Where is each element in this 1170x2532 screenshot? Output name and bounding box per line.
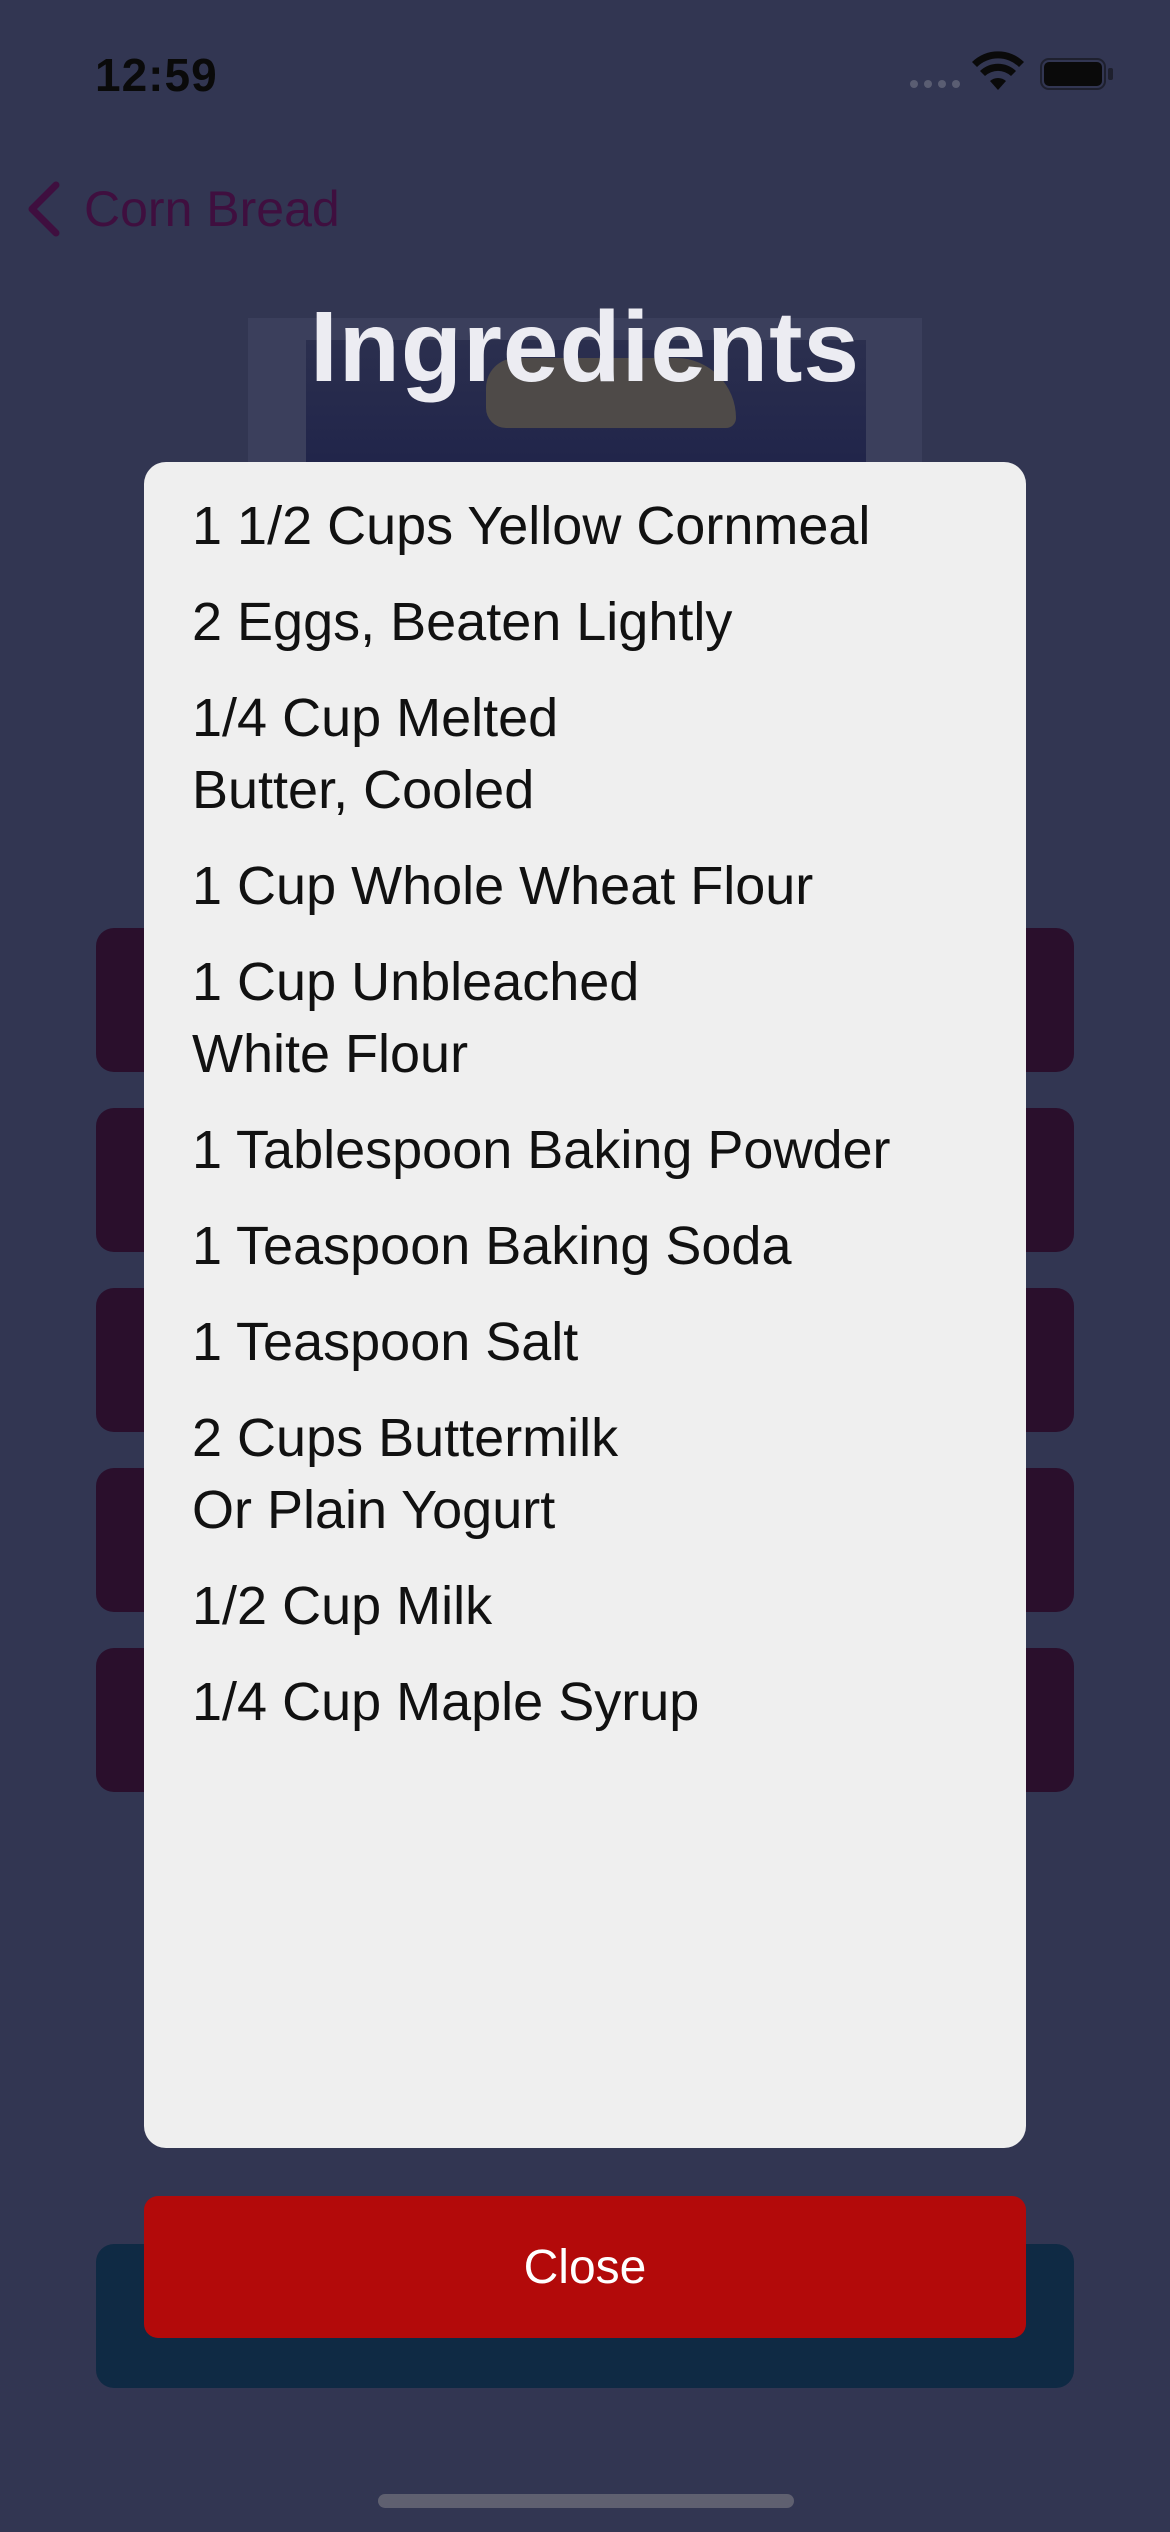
back-button[interactable]: Corn Bread: [22, 174, 340, 244]
ingredient-item: 1 Cup Whole Wheat Flour: [192, 856, 814, 916]
ingredient-item: 1 Teaspoon Baking Soda: [192, 1216, 792, 1276]
ingredient-item: 1 Tablespoon Baking Powder: [192, 1120, 891, 1180]
signal-icon: [910, 80, 962, 90]
battery-icon: [1040, 58, 1113, 90]
ingredients-modal: 1 1/2 Cups Yellow Cornmeal 2 Eggs, Beate…: [144, 462, 1026, 2148]
wifi-icon: [972, 51, 1024, 90]
chevron-left-icon: [28, 181, 60, 237]
ingredient-item: 2 Eggs, Beaten Lightly: [192, 592, 733, 652]
back-button-label: Corn Bread: [84, 181, 340, 237]
ingredient-item: 1 Cup Unbleached White Flour: [192, 952, 640, 1084]
ingredient-item: 1/2 Cup Milk: [192, 1576, 493, 1636]
ingredient-item: 2 Cups Buttermilk Or Plain Yogurt: [192, 1408, 619, 1540]
status-bar: 12:59: [0, 0, 1170, 150]
page-title: Ingredients: [310, 291, 860, 403]
status-time: 12:59: [95, 49, 218, 101]
ingredient-item: 1 1/2 Cups Yellow Cornmeal: [192, 496, 871, 556]
ingredient-item: 1/4 Cup Melted Butter, Cooled: [192, 688, 559, 820]
home-indicator[interactable]: [378, 2494, 794, 2508]
close-button[interactable]: Close: [144, 2196, 1026, 2338]
ingredient-item: 1 Teaspoon Salt: [192, 1312, 579, 1372]
ingredient-item: 1/4 Cup Maple Syrup: [192, 1672, 700, 1732]
ingredient-list: 1 1/2 Cups Yellow Cornmeal 2 Eggs, Beate…: [144, 462, 1026, 1738]
